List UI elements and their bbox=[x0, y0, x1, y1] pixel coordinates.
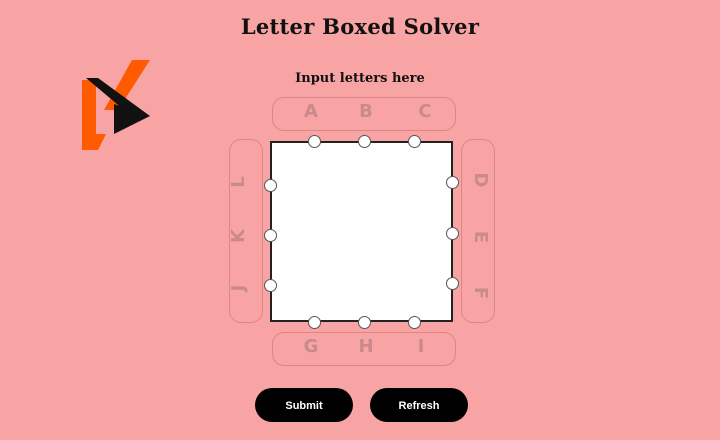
node-top-2 bbox=[358, 135, 371, 148]
letter-right-2[interactable]: E bbox=[468, 223, 492, 251]
letter-bottom-2[interactable]: H bbox=[352, 335, 380, 359]
input-instruction: Input letters here bbox=[295, 71, 425, 86]
node-right-2 bbox=[446, 227, 459, 240]
puzzle-box bbox=[270, 141, 453, 322]
node-left-1 bbox=[264, 179, 277, 192]
node-right-1 bbox=[446, 176, 459, 189]
submit-button[interactable]: Submit bbox=[255, 388, 353, 422]
node-bottom-1 bbox=[308, 316, 321, 329]
node-left-2 bbox=[264, 229, 277, 242]
letter-left-1[interactable]: J bbox=[227, 274, 251, 302]
letter-bottom-1[interactable]: G bbox=[297, 335, 325, 359]
node-bottom-3 bbox=[408, 316, 421, 329]
letter-bottom-3[interactable]: I bbox=[407, 335, 435, 359]
letter-top-2[interactable]: B bbox=[352, 100, 380, 124]
letter-right-1[interactable]: D bbox=[468, 166, 492, 194]
node-left-3 bbox=[264, 279, 277, 292]
letter-left-2[interactable]: K bbox=[227, 222, 251, 250]
page-title: Letter Boxed Solver bbox=[240, 14, 480, 39]
letter-top-1[interactable]: A bbox=[297, 100, 325, 124]
letter-top-3[interactable]: C bbox=[411, 100, 439, 124]
node-top-3 bbox=[408, 135, 421, 148]
letter-right-3[interactable]: F bbox=[468, 279, 492, 307]
letter-left-3[interactable]: L bbox=[227, 168, 251, 196]
node-bottom-2 bbox=[358, 316, 371, 329]
node-right-3 bbox=[446, 277, 459, 290]
node-top-1 bbox=[308, 135, 321, 148]
refresh-button[interactable]: Refresh bbox=[370, 388, 468, 422]
